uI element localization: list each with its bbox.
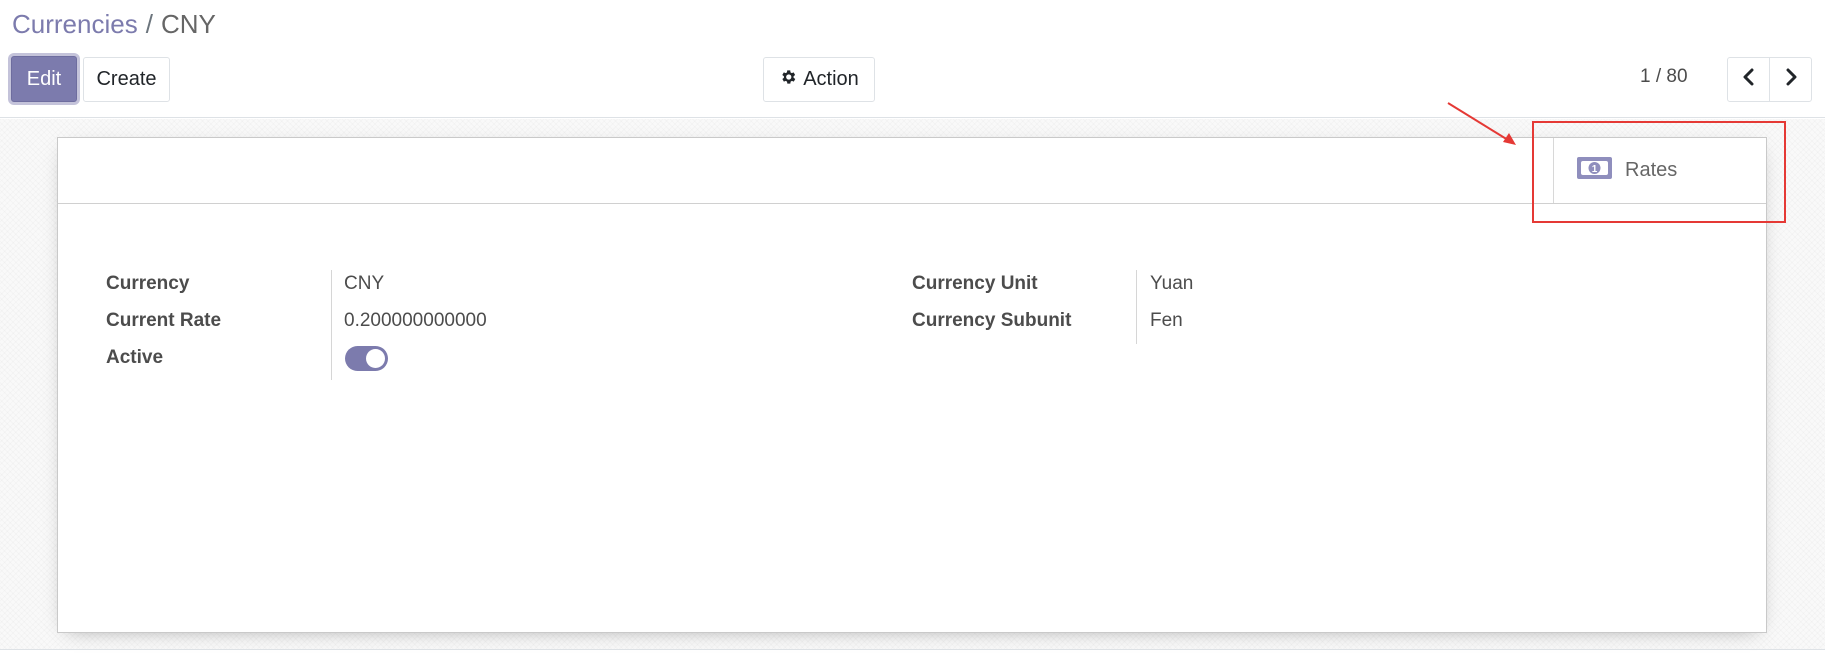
currency-subunit-value: Fen: [1150, 310, 1183, 331]
annotation-highlight-box: [1532, 121, 1786, 223]
action-button-label: Action: [803, 68, 859, 90]
currency-value[interactable]: CNY: [344, 273, 384, 295]
active-label: Active: [106, 347, 164, 368]
annotation-arrow: [1447, 102, 1516, 145]
gear-icon: [779, 68, 797, 92]
create-button[interactable]: Create: [83, 57, 170, 102]
control-panel: Currencies / CNY Edit Create Action 1 / 80: [0, 0, 1825, 118]
field-separator: [331, 270, 332, 380]
form-sheet: 1 Rates: [57, 137, 1767, 633]
chevron-left-icon: [1742, 68, 1756, 91]
currency-subunit-label: Currency Subunit: [912, 310, 1072, 331]
edit-button[interactable]: Edit: [11, 56, 77, 102]
breadcrumb: Currencies / CNY: [12, 8, 216, 40]
pager-previous-button[interactable]: [1727, 57, 1770, 102]
active-toggle[interactable]: [345, 346, 388, 371]
pager-value[interactable]: 1 / 80: [1640, 66, 1688, 88]
action-button[interactable]: Action: [763, 57, 875, 102]
currency-label: Currency: [106, 273, 190, 294]
breadcrumb-currencies-link[interactable]: Currencies: [12, 9, 138, 39]
current-rate-value: 0.200000000000: [344, 310, 487, 331]
bottom-strip: [0, 650, 1825, 660]
current-rate-label: Current Rate: [106, 310, 222, 331]
breadcrumb-separator: /: [145, 9, 153, 39]
pager-next-button[interactable]: [1769, 57, 1812, 102]
currency-unit-value: Yuan: [1150, 273, 1194, 294]
currency-unit-label: Currency Unit: [912, 273, 1038, 294]
breadcrumb-current: CNY: [160, 9, 216, 39]
toggle-knob: [366, 349, 385, 368]
field-separator: [1136, 270, 1137, 344]
chevron-right-icon: [1784, 68, 1798, 91]
